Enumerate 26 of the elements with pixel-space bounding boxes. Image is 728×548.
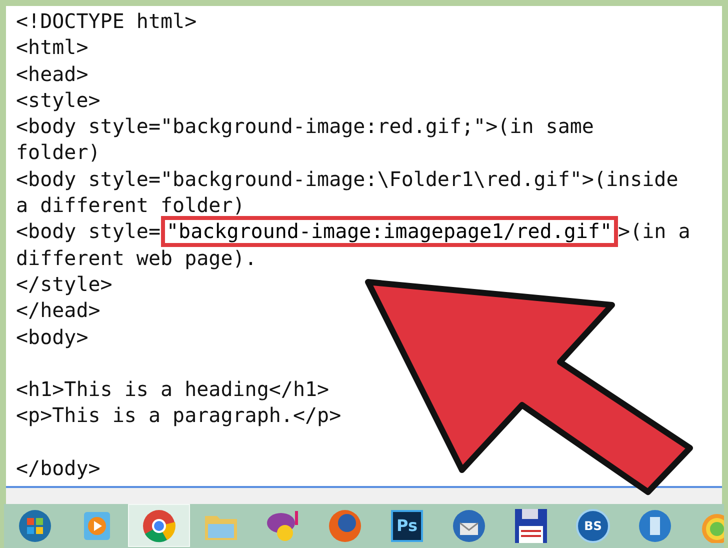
code-line: <body style= bbox=[16, 218, 160, 245]
code-line: <head> bbox=[16, 60, 88, 87]
taskbar-button[interactable]: Ps bbox=[376, 504, 438, 547]
taskbar-button[interactable] bbox=[128, 504, 190, 547]
code-line: different web page). bbox=[16, 244, 257, 271]
code-line: folder) bbox=[16, 139, 100, 166]
app-icon: BS bbox=[576, 508, 610, 542]
code-line: <style> bbox=[16, 86, 100, 114]
highlighted-code: "background-image:imagepage1/red.gif" bbox=[160, 216, 618, 247]
play-icon bbox=[82, 510, 112, 542]
code-line: <body style="background-image:\Folder1\red.gif">(inside bbox=[16, 166, 678, 192]
windows-logo-icon bbox=[18, 508, 52, 542]
code-line: <!DOCTYPE html> bbox=[16, 8, 197, 34]
code-line: <html> bbox=[16, 34, 88, 61]
code-line: >(in a bbox=[618, 218, 690, 245]
taskbar-button[interactable]: BS bbox=[562, 504, 624, 547]
chrome-icon bbox=[142, 508, 176, 542]
code-line: a different folder) bbox=[16, 192, 245, 218]
code-line: </head> bbox=[16, 297, 100, 324]
code-line: </style> bbox=[16, 270, 112, 298]
code-line: <p>This is a paragraph.</p> bbox=[16, 402, 342, 429]
code-line: <h1>This is a heading</h1> bbox=[16, 376, 330, 402]
code-line: <body style="background-image:red.gif;">(in same bbox=[16, 113, 594, 140]
code-line: </body> bbox=[16, 455, 100, 482]
code-line: <body> bbox=[16, 324, 88, 350]
photoshop-icon: Ps bbox=[391, 510, 423, 542]
